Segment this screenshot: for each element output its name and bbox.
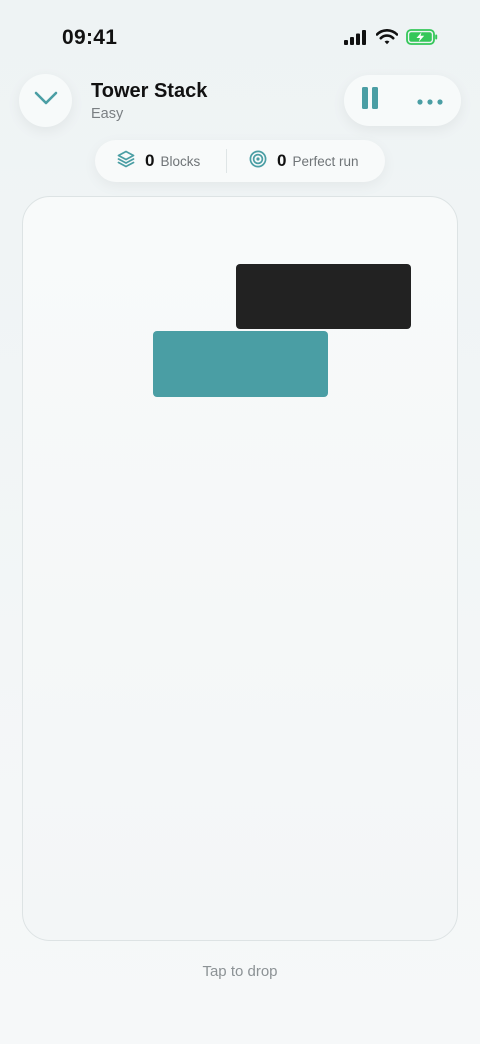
difficulty-label: Easy xyxy=(91,106,124,122)
cellular-signal-icon xyxy=(344,29,368,50)
stats-bar: 0 Blocks 0 Perfect run xyxy=(95,140,385,182)
blocks-label: Blocks xyxy=(160,153,201,169)
stack-layers-icon xyxy=(117,150,135,173)
game-screen: 09:41 Tower Stack Easy 0 Blocks 0 Perfec… xyxy=(0,0,480,1044)
status-time: 09:41 xyxy=(62,26,118,49)
game-board[interactable] xyxy=(22,196,458,941)
target-icon xyxy=(249,150,267,173)
perfect-run-count: 0 xyxy=(277,151,287,170)
game-title: Tower Stack xyxy=(91,80,208,102)
blocks-stat: 0 Blocks xyxy=(95,140,226,182)
status-bar: 09:41 xyxy=(0,0,480,72)
tap-to-drop-hint: Tap to drop xyxy=(202,963,278,980)
perfect-run-stat: 0 Perfect run xyxy=(227,140,359,182)
title-block: Tower Stack Easy xyxy=(91,80,207,122)
base-block xyxy=(153,331,328,397)
game-controls xyxy=(344,75,461,126)
blocks-count: 0 xyxy=(145,151,155,170)
pause-button[interactable] xyxy=(361,81,379,121)
perfect-run-label: Perfect run xyxy=(292,153,359,169)
more-options-button[interactable] xyxy=(415,81,445,121)
status-icons xyxy=(344,29,438,50)
chevron-down-icon xyxy=(34,91,58,110)
pause-icon xyxy=(361,87,379,114)
back-button[interactable] xyxy=(19,74,72,127)
battery-charging-icon xyxy=(406,29,438,50)
wifi-icon xyxy=(375,29,399,50)
moving-block xyxy=(236,264,411,329)
more-dots-icon xyxy=(417,92,443,110)
